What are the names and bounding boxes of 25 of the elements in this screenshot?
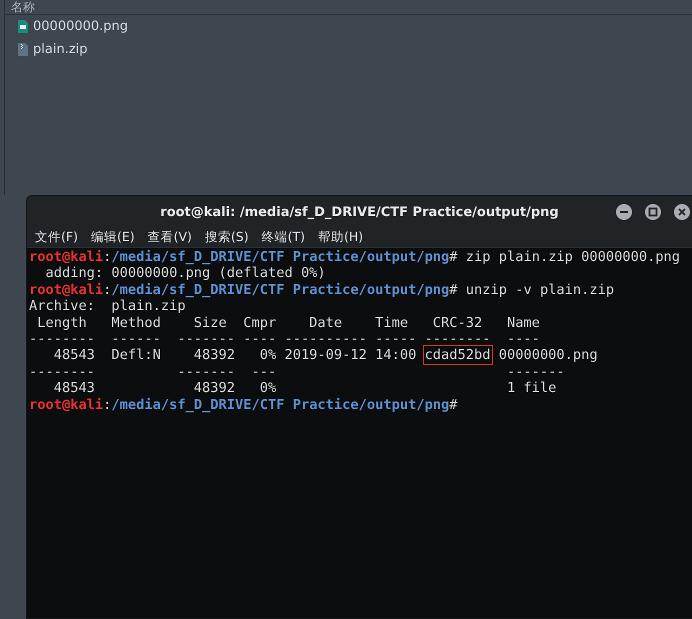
archive-file-icon xyxy=(18,43,28,56)
prompt-line: root@kali:/media/sf_D_DRIVE/CTF Practice/output/png# xyxy=(29,396,459,413)
output-line: 48543 48392 0% 1 file xyxy=(52,380,558,397)
menu-item[interactable]: 查看(V) xyxy=(148,229,192,246)
column-header[interactable]: 名称 xyxy=(11,0,35,14)
maximize-icon[interactable] xyxy=(645,204,661,220)
file-name[interactable]: plain.zip xyxy=(33,42,88,57)
minimize-icon[interactable] xyxy=(616,204,632,220)
window-title: root@kali: /media/sf_D_DRIVE/CTF Practice/output/png xyxy=(160,204,559,220)
menu-item[interactable]: 文件(F) xyxy=(35,229,78,246)
output-line: Length Method Size Cmpr Date Time CRC-32 Name xyxy=(36,314,541,331)
prompt-line: root@kali:/media/sf_D_DRIVE/CTF Practice/output/png# unzip -v plain.zip xyxy=(29,282,616,298)
menu-item[interactable]: 搜索(S) xyxy=(204,229,249,246)
menu-item[interactable]: 终端(T) xyxy=(262,229,306,246)
output-line: Archive: plain.zip xyxy=(29,298,187,315)
file-name[interactable]: 00000000.png xyxy=(33,19,128,34)
prompt-line: root@kali:/media/sf_D_DRIVE/CTF Practice/output/png# zip plain.zip 00000000.png xyxy=(29,249,682,266)
output-line: adding: 00000000.png (deflated 0%) xyxy=(44,265,327,282)
close-icon[interactable] xyxy=(674,204,690,220)
menu-item[interactable]: 编辑(E) xyxy=(90,229,135,246)
menu-item[interactable]: 帮助(H) xyxy=(318,229,364,246)
output-line: -------- ------- --- ------- xyxy=(29,364,566,380)
image-file-icon xyxy=(18,20,28,33)
output-line: 48543 Defl:N 48392 0% 2019-09-12 14:00 cdad52bd 00000000.png xyxy=(52,347,599,364)
output-line: -------- ------ ------- ---- ---------- ----- -------- ---- xyxy=(29,330,541,348)
